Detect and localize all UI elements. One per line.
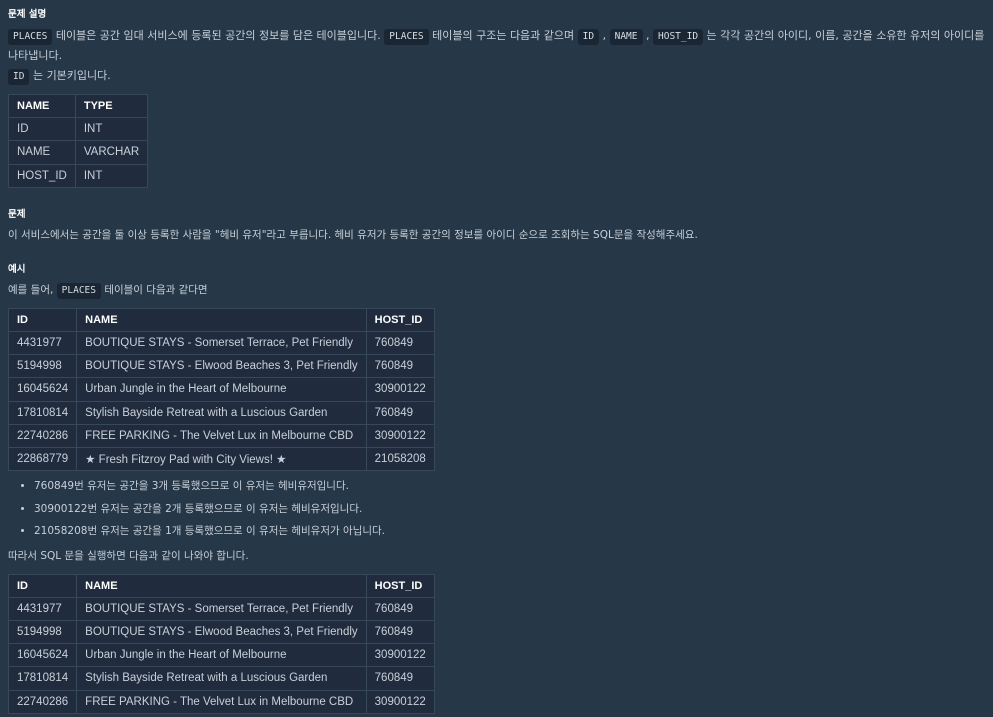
column-header: NAME	[76, 573, 367, 598]
table-row: HOST_ID INT	[8, 163, 149, 188]
table-header-row: ID NAME HOST_ID	[7, 307, 435, 332]
code-host-id: HOST_ID	[653, 29, 704, 45]
code-places: PLACES	[384, 29, 429, 45]
table-cell: ID	[8, 117, 76, 142]
table-cell: 760849	[365, 596, 435, 621]
table-row: 16045624 Urban Jungle in the Heart of Me…	[7, 643, 435, 668]
table-cell: 17810814	[7, 666, 78, 691]
problem-description: 문제 설명 PLACES 테이블은 공간 임대 서비스에 등록된 공간의 정보를…	[0, 0, 993, 714]
table-cell: 16045624	[7, 377, 78, 402]
table-cell: VARCHAR	[74, 140, 149, 165]
list-item: 21058208번 유저는 공간을 1개 등록했으므로 이 유저는 헤비유저가 …	[34, 520, 985, 543]
table-cell: 5194998	[7, 354, 78, 379]
table-row: 4431977 BOUTIQUE STAYS - Somerset Terrac…	[7, 596, 435, 621]
column-header: NAME	[8, 93, 76, 119]
table-cell: 760849	[365, 330, 435, 356]
table-row: 4431977 BOUTIQUE STAYS - Somerset Terrac…	[7, 330, 435, 356]
table-cell: BOUTIQUE STAYS - Elwood Beaches 3, Pet F…	[76, 354, 367, 379]
table-cell: 760849	[365, 354, 435, 379]
table-row: 22740286 FREE PARKING - The Velvet Lux i…	[7, 689, 435, 714]
code-places: PLACES	[8, 29, 53, 45]
table-row: 22868779 ★ Fresh Fitzroy Pad with City V…	[7, 446, 435, 472]
table-cell: 22868779	[7, 446, 78, 472]
problem-heading: 문제	[8, 208, 26, 220]
table-row: 17810814 Stylish Bayside Retreat with a …	[7, 666, 435, 691]
description-text: 테이블의 구조는 다음과 같으며	[428, 29, 578, 42]
table-cell: 4431977	[7, 596, 78, 621]
code-id: ID	[8, 69, 30, 85]
description-text: ,	[642, 29, 653, 42]
example-heading: 예시	[8, 263, 26, 275]
column-header: ID	[7, 573, 78, 598]
table-cell: 760849	[365, 666, 435, 691]
description-paragraph: PLACES 테이블은 공간 임대 서비스에 등록된 공간의 정보를 담은 테이…	[8, 26, 985, 86]
table-cell: 17810814	[7, 400, 78, 425]
table-row: 5194998 BOUTIQUE STAYS - Elwood Beaches …	[7, 354, 435, 379]
table-cell: INT	[74, 117, 149, 142]
example-intro: 예를 들어, PLACES 테이블이 다음과 같다면	[8, 281, 985, 300]
table-row: 5194998 BOUTIQUE STAYS - Elwood Beaches …	[7, 619, 435, 645]
schema-table: NAME TYPE ID INT NAME VARCHAR HOST_ID IN…	[8, 93, 149, 188]
list-item: 30900122번 유저는 공간을 2개 등록했으므로 이 유저는 헤비유저입니…	[34, 498, 985, 521]
column-header: ID	[7, 307, 78, 332]
table-cell: FREE PARKING - The Velvet Lux in Melbour…	[76, 689, 367, 714]
table-cell: ★ Fresh Fitzroy Pad with City Views! ★	[76, 446, 367, 472]
result-intro: 따라서 SQL 문을 실행하면 다음과 같이 나와야 합니다.	[8, 549, 249, 562]
example-table: ID NAME HOST_ID 4431977 BOUTIQUE STAYS -…	[7, 307, 435, 472]
table-cell: 4431977	[7, 330, 78, 356]
table-cell: Urban Jungle in the Heart of Melbourne	[76, 643, 367, 668]
table-cell: HOST_ID	[8, 163, 76, 188]
table-cell: Stylish Bayside Retreat with a Luscious …	[76, 666, 367, 691]
table-cell: 760849	[365, 400, 435, 425]
table-cell: NAME	[8, 140, 76, 165]
table-row: 17810814 Stylish Bayside Retreat with a …	[7, 400, 435, 425]
description-text: ,	[599, 29, 610, 42]
table-cell: 16045624	[7, 643, 78, 668]
column-header: HOST_ID	[365, 573, 435, 598]
table-header-row: NAME TYPE	[8, 93, 149, 119]
description-heading: 문제 설명	[8, 9, 47, 20]
example-notes: 760849번 유저는 공간을 3개 등록했으므로 이 유저는 헤비유저입니다.…	[8, 475, 985, 543]
table-header-row: ID NAME HOST_ID	[7, 573, 435, 598]
code-places: PLACES	[56, 282, 101, 299]
table-cell: 30900122	[365, 423, 435, 448]
table-cell: Stylish Bayside Retreat with a Luscious …	[76, 400, 367, 425]
example-intro-text: 예를 들어,	[8, 283, 57, 296]
code-id: ID	[577, 29, 600, 45]
table-row: ID INT	[8, 117, 149, 142]
table-row: 22740286 FREE PARKING - The Velvet Lux i…	[7, 423, 435, 448]
code-name: NAME	[609, 29, 643, 45]
table-cell: 30900122	[365, 377, 435, 402]
table-cell: 30900122	[365, 689, 435, 714]
table-row: 16045624 Urban Jungle in the Heart of Me…	[7, 377, 435, 402]
table-cell: BOUTIQUE STAYS - Somerset Terrace, Pet F…	[76, 330, 367, 356]
table-cell: 22740286	[7, 423, 78, 448]
table-cell: 21058208	[365, 446, 435, 472]
table-cell: 30900122	[365, 643, 435, 668]
table-cell: 22740286	[7, 689, 78, 714]
column-header: TYPE	[74, 93, 149, 119]
problem-text: 이 서비스에서는 공간을 둘 이상 등록한 사람을 "헤비 유저"라고 부릅니다…	[8, 228, 698, 241]
column-header: NAME	[76, 307, 367, 332]
description-text: 는 기본키입니다.	[29, 69, 111, 82]
description-text: 테이블은 공간 임대 서비스에 등록된 공간의 정보를 담은 테이블입니다.	[52, 29, 385, 42]
table-row: NAME VARCHAR	[8, 140, 149, 165]
list-item: 760849번 유저는 공간을 3개 등록했으므로 이 유저는 헤비유저입니다.	[34, 475, 985, 498]
table-cell: BOUTIQUE STAYS - Somerset Terrace, Pet F…	[76, 596, 367, 621]
result-table: ID NAME HOST_ID 4431977 BOUTIQUE STAYS -…	[7, 573, 435, 714]
table-cell: Urban Jungle in the Heart of Melbourne	[76, 377, 367, 402]
table-cell: BOUTIQUE STAYS - Elwood Beaches 3, Pet F…	[76, 619, 367, 645]
table-cell: FREE PARKING - The Velvet Lux in Melbour…	[76, 423, 367, 448]
table-cell: 760849	[365, 619, 435, 645]
table-cell: 5194998	[7, 619, 78, 645]
example-intro-text: 테이블이 다음과 같다면	[100, 283, 208, 296]
table-cell: INT	[74, 163, 149, 188]
column-header: HOST_ID	[365, 307, 435, 332]
